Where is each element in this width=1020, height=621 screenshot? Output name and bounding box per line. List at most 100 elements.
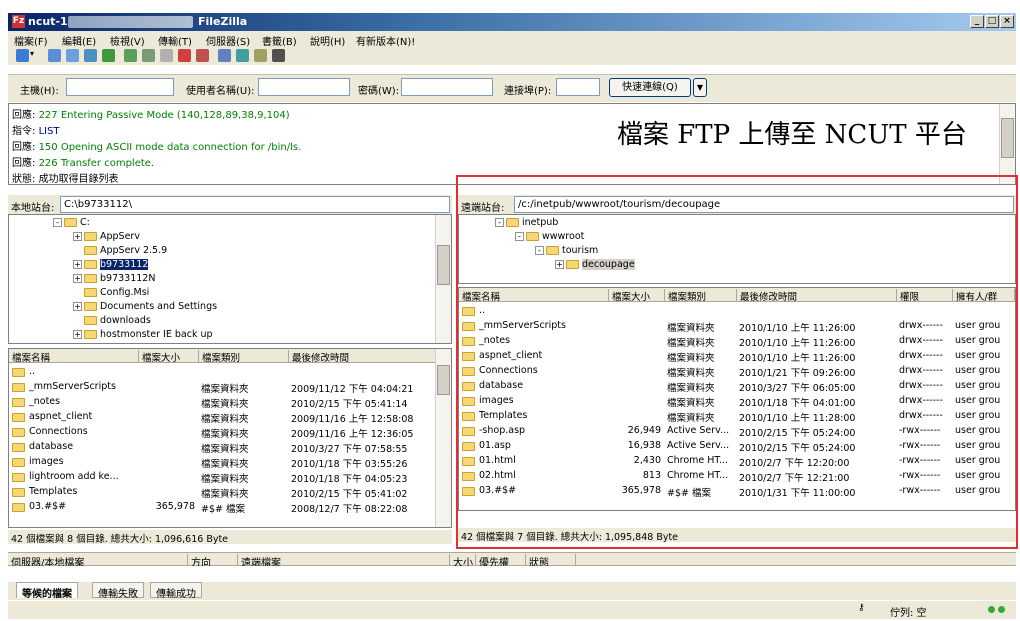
local-path-input[interactable]: C:\b9733112\: [60, 196, 450, 213]
local-file-row[interactable]: lightroom add ke... 檔案資料夾 2010/1/18 下午 04:…: [9, 470, 451, 485]
redacted-area: [68, 16, 193, 28]
search-icon[interactable]: [272, 49, 285, 62]
quickconnect-dropdown[interactable]: ▼: [693, 78, 707, 97]
dropdown-icon[interactable]: ▾: [30, 49, 38, 62]
local-file-row[interactable]: database 檔案資料夾 2010/3/27 下午 07:58:55: [9, 440, 451, 455]
local-site-bar: 本地站台: C:\b9733112\: [8, 195, 452, 215]
password-input[interactable]: [401, 78, 493, 96]
file-type: 檔案資料夾: [201, 474, 249, 485]
window-app-name: FileZilla: [198, 15, 248, 28]
tree-node[interactable]: downloads: [73, 315, 151, 326]
tree-node[interactable]: + b9733112: [73, 259, 149, 270]
tree-node-label: AppServ 2.5.9: [100, 245, 168, 256]
tree-node[interactable]: + Documents and Settings: [73, 301, 217, 312]
menu-view[interactable]: 檢視(V): [110, 33, 145, 48]
file-name: ..: [29, 366, 36, 377]
menu-edit[interactable]: 編輯(E): [62, 33, 96, 48]
toggle-queue-icon[interactable]: [102, 49, 115, 62]
activity-led-icon: [998, 606, 1005, 613]
expand-icon[interactable]: +: [73, 274, 82, 283]
file-modified: 2010/3/27 下午 07:58:55: [291, 444, 408, 455]
toggle-remote-tree-icon[interactable]: [84, 49, 97, 62]
tree-node[interactable]: + hostmonster IE back up: [73, 329, 213, 340]
disconnect-icon[interactable]: [196, 49, 209, 62]
tree-node[interactable]: - C:: [53, 217, 90, 228]
local-file-row[interactable]: images 檔案資料夾 2010/1/18 下午 03:55:26: [9, 455, 451, 470]
col-priority[interactable]: 優先權: [476, 554, 526, 569]
close-button[interactable]: ×: [1000, 15, 1014, 28]
menu-help[interactable]: 說明(H): [310, 33, 345, 48]
tree-node[interactable]: Config.Msi: [73, 287, 149, 298]
compare-icon[interactable]: [218, 49, 231, 62]
maximize-button[interactable]: □: [985, 15, 999, 28]
file-name: Templates: [29, 486, 78, 497]
local-file-row[interactable]: ..: [9, 365, 451, 380]
menu-bookmarks[interactable]: 書籤(B): [262, 33, 297, 48]
port-input[interactable]: [556, 78, 600, 96]
local-file-row[interactable]: _notes 檔案資料夾 2010/2/15 下午 05:41:14: [9, 395, 451, 410]
stop-icon[interactable]: [178, 49, 191, 62]
tree-node[interactable]: AppServ 2.5.9: [73, 245, 167, 256]
folder-icon: [12, 488, 25, 497]
col-modified[interactable]: 最後修改時間: [289, 350, 437, 364]
file-type: 檔案資料夾: [201, 459, 249, 470]
expand-icon[interactable]: +: [73, 260, 82, 269]
minimize-button[interactable]: _: [970, 15, 984, 28]
col-size[interactable]: 大小: [450, 554, 476, 569]
col-status[interactable]: 狀態: [526, 554, 576, 569]
local-file-row[interactable]: Templates 檔案資料夾 2010/2/15 下午 05:41:02: [9, 485, 451, 500]
local-file-row[interactable]: 03.#$# 365,978 #$# 檔案 2008/12/7 下午 08:22:08: [9, 500, 451, 515]
username-input[interactable]: [258, 78, 350, 96]
log-line: 回應: 150 Opening ASCII mode data connecti…: [12, 142, 302, 153]
menu-server[interactable]: 伺服器(S): [206, 33, 250, 48]
local-file-row[interactable]: aspnet_client 檔案資料夾 2009/11/16 上午 12:58:08: [9, 410, 451, 425]
expand-icon[interactable]: +: [73, 330, 82, 339]
tree-node[interactable]: + AppServ: [73, 231, 140, 242]
expand-icon[interactable]: -: [53, 218, 62, 227]
cancel-icon[interactable]: [160, 49, 173, 62]
expand-icon[interactable]: +: [73, 302, 82, 311]
filter-icon[interactable]: [254, 49, 267, 62]
host-label: 主機(H):: [20, 86, 59, 97]
folder-icon: [84, 274, 97, 283]
log-line: 指令: LIST: [12, 126, 60, 137]
log-line: 回應: 226 Transfer complete.: [12, 158, 155, 169]
refresh-icon[interactable]: [124, 49, 137, 62]
queue-status: 佇列: 空: [890, 608, 927, 619]
file-modified: 2008/12/7 下午 08:22:08: [291, 504, 408, 515]
log-scrollbar[interactable]: [999, 104, 1015, 184]
menu-new-version[interactable]: 有新版本(N)!: [356, 33, 415, 48]
col-filetype[interactable]: 檔案類別: [199, 350, 289, 364]
toggle-local-tree-icon[interactable]: [66, 49, 79, 62]
file-icon: [12, 368, 25, 377]
tab-successful-transfers[interactable]: 傳輸成功: [150, 582, 202, 600]
process-queue-icon[interactable]: [142, 49, 155, 62]
sync-browse-icon[interactable]: [236, 49, 249, 62]
tree-node[interactable]: + b9733112N: [73, 273, 155, 284]
folder-icon: [84, 232, 97, 241]
tab-queued-files[interactable]: 等候的檔案: [16, 582, 78, 600]
expand-icon[interactable]: +: [73, 232, 82, 241]
col-direction[interactable]: 方向: [188, 554, 238, 569]
local-file-row[interactable]: Connections 檔案資料夾 2009/11/16 上午 12:36:05: [9, 425, 451, 440]
message-log: 回應: 227 Entering Passive Mode (140,128,8…: [8, 103, 1016, 185]
local-file-row[interactable]: _mmServerScripts 檔案資料夾 2009/11/12 下午 04:04…: [9, 380, 451, 395]
site-manager-icon[interactable]: [16, 49, 29, 62]
host-input[interactable]: [66, 78, 174, 96]
file-type: 檔案資料夾: [201, 489, 249, 500]
folder-icon: [12, 458, 25, 467]
col-filesize[interactable]: 檔案大小: [139, 350, 199, 364]
col-filename[interactable]: 檔案名稱: [9, 350, 139, 364]
quickconnect-button[interactable]: 快速連線(Q): [609, 78, 691, 97]
local-tree-scrollbar[interactable]: [435, 215, 451, 343]
col-remote-file[interactable]: 遠端檔案: [238, 554, 450, 569]
port-label: 連接埠(P):: [504, 86, 552, 97]
username-label: 使用者名稱(U):: [186, 86, 255, 97]
folder-icon: [12, 473, 25, 482]
col-server-local[interactable]: 伺服器/本地檔案: [8, 554, 188, 569]
file-name: _mmServerScripts: [29, 381, 116, 392]
toggle-log-icon[interactable]: [48, 49, 61, 62]
menu-transfer[interactable]: 傳輸(T): [158, 33, 192, 48]
menu-file[interactable]: 檔案(F): [14, 33, 48, 48]
tab-failed-transfers[interactable]: 傳輸失敗: [92, 582, 144, 600]
